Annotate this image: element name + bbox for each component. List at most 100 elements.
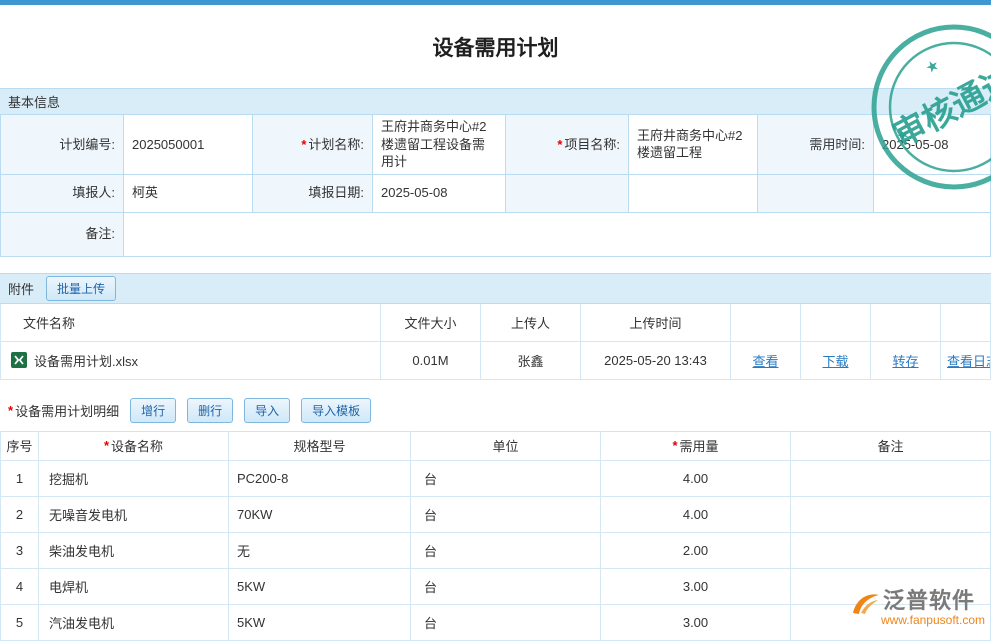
attachments-header-row: 文件名称 文件大小 上传人 上传时间 bbox=[1, 304, 991, 342]
table-row: 3 柴油发电机 无 台 2.00 bbox=[1, 533, 991, 569]
attachment-file-size: 0.01M bbox=[381, 342, 481, 380]
seq-cell: 5 bbox=[1, 605, 39, 641]
fanpu-logo-icon bbox=[851, 591, 881, 615]
col-header-remark: 备注 bbox=[791, 431, 991, 461]
basic-info-row-1: 计划编号: 2025050001 *计划名称: 王府井商务中心#2楼遗留工程设备… bbox=[1, 115, 991, 175]
required-mark: * bbox=[104, 438, 109, 453]
attachment-uploader: 张鑫 bbox=[481, 342, 581, 380]
seq-cell: 3 bbox=[1, 533, 39, 569]
basic-info-row-2: 填报人: 柯英 填报日期: 2025-05-08 bbox=[1, 175, 991, 213]
unit-cell[interactable]: 台 bbox=[411, 461, 601, 497]
filler-value: 柯英 bbox=[124, 175, 253, 213]
download-link[interactable]: 下载 bbox=[822, 351, 848, 370]
watermark-url: www.fanpusoft.com bbox=[881, 613, 985, 627]
filler-label: 填报人: bbox=[1, 175, 124, 213]
title-row: 设备需用计划 bbox=[0, 5, 991, 88]
basic-info-section-header: 基本信息 bbox=[0, 88, 991, 115]
col-header-upload-time: 上传时间 bbox=[581, 304, 731, 342]
need-time-value: 2025-05-08 bbox=[874, 115, 991, 175]
required-mark: * bbox=[301, 136, 306, 154]
fill-date-value: 2025-05-08 bbox=[373, 175, 506, 213]
table-row: 1 挖掘机 PC200-8 台 4.00 bbox=[1, 461, 991, 497]
required-qty-cell[interactable]: 3.00 bbox=[601, 569, 791, 605]
detail-header-row: 序号 *设备名称 规格型号 单位 *需用量 备注 bbox=[1, 431, 991, 461]
unit-cell[interactable]: 台 bbox=[411, 533, 601, 569]
fill-date-label: 填报日期: bbox=[253, 175, 373, 213]
batch-upload-button[interactable]: 批量上传 bbox=[46, 276, 116, 301]
col-header-equipment-name: *设备名称 bbox=[39, 431, 229, 461]
spec-model-cell[interactable]: 5KW bbox=[229, 605, 411, 641]
plan-no-value: 2025050001 bbox=[124, 115, 253, 175]
col-header-file-name: 文件名称 bbox=[1, 304, 381, 342]
empty-label-cell bbox=[758, 175, 874, 213]
attachment-row: 设备需用计划.xlsx 0.01M 张鑫 2025-05-20 13:43 查看… bbox=[1, 342, 991, 380]
required-mark: * bbox=[8, 403, 13, 418]
col-header-required-qty: *需用量 bbox=[601, 431, 791, 461]
remark-cell[interactable] bbox=[791, 497, 991, 533]
page-title: 设备需用计划 bbox=[433, 32, 559, 62]
unit-cell[interactable]: 台 bbox=[411, 569, 601, 605]
need-time-label: 需用时间: bbox=[758, 115, 874, 175]
equipment-name-cell[interactable]: 电焊机 bbox=[39, 569, 229, 605]
required-mark: * bbox=[672, 438, 677, 453]
empty-value-cell bbox=[874, 175, 991, 213]
spec-model-cell[interactable]: 70KW bbox=[229, 497, 411, 533]
seq-cell: 1 bbox=[1, 461, 39, 497]
col-header-empty bbox=[941, 304, 991, 342]
transfer-save-link[interactable]: 转存 bbox=[892, 351, 918, 370]
add-row-button[interactable]: 增行 bbox=[130, 398, 176, 423]
project-name-label: *项目名称: bbox=[506, 115, 629, 175]
view-log-link[interactable]: 查看日志 bbox=[947, 351, 991, 370]
detail-section-title: * 设备需用计划明细 bbox=[8, 401, 119, 420]
watermark-brand: 泛普软件 bbox=[883, 583, 975, 615]
col-header-uploader: 上传人 bbox=[481, 304, 581, 342]
unit-cell[interactable]: 台 bbox=[411, 605, 601, 641]
unit-cell[interactable]: 台 bbox=[411, 497, 601, 533]
import-button[interactable]: 导入 bbox=[244, 398, 290, 423]
basic-info-title: 基本信息 bbox=[8, 92, 60, 111]
spec-model-cell[interactable]: 无 bbox=[229, 533, 411, 569]
detail-section-header: * 设备需用计划明细 增行 删行 导入 导入模板 bbox=[0, 395, 991, 427]
table-row: 2 无噪音发电机 70KW 台 4.00 bbox=[1, 497, 991, 533]
remark-label: 备注: bbox=[1, 213, 124, 257]
equipment-name-cell[interactable]: 无噪音发电机 bbox=[39, 497, 229, 533]
required-mark: * bbox=[557, 136, 562, 154]
attachment-file-name: 设备需用计划.xlsx bbox=[34, 351, 138, 370]
spec-model-cell[interactable]: 5KW bbox=[229, 569, 411, 605]
plan-name-label: *计划名称: bbox=[253, 115, 373, 175]
attachments-section-header: 附件 批量上传 bbox=[0, 273, 991, 304]
detail-table: 序号 *设备名称 规格型号 单位 *需用量 备注 1 挖掘机 PC200-8 台… bbox=[0, 431, 991, 641]
required-qty-cell[interactable]: 3.00 bbox=[601, 605, 791, 641]
remark-cell[interactable] bbox=[791, 533, 991, 569]
view-link[interactable]: 查看 bbox=[752, 351, 778, 370]
col-header-seq: 序号 bbox=[1, 431, 39, 461]
attachments-title: 附件 bbox=[8, 279, 34, 298]
col-header-unit: 单位 bbox=[411, 431, 601, 461]
import-template-button[interactable]: 导入模板 bbox=[301, 398, 371, 423]
empty-label-cell bbox=[506, 175, 629, 213]
equipment-name-cell[interactable]: 柴油发电机 bbox=[39, 533, 229, 569]
empty-value-cell bbox=[629, 175, 758, 213]
delete-row-button[interactable]: 删行 bbox=[187, 398, 233, 423]
equipment-name-cell[interactable]: 汽油发电机 bbox=[39, 605, 229, 641]
seq-cell: 4 bbox=[1, 569, 39, 605]
spec-model-cell[interactable]: PC200-8 bbox=[229, 461, 411, 497]
plan-no-label: 计划编号: bbox=[1, 115, 124, 175]
required-qty-cell[interactable]: 4.00 bbox=[601, 461, 791, 497]
table-row: 5 汽油发电机 5KW 台 3.00 bbox=[1, 605, 991, 641]
attachments-table: 文件名称 文件大小 上传人 上传时间 设备需用计划.xlsx 0.01M 张鑫 … bbox=[0, 304, 991, 380]
remark-cell[interactable] bbox=[791, 461, 991, 497]
required-qty-cell[interactable]: 2.00 bbox=[601, 533, 791, 569]
table-row: 4 电焊机 5KW 台 3.00 bbox=[1, 569, 991, 605]
attachment-file-name-cell: 设备需用计划.xlsx bbox=[1, 342, 381, 380]
seq-cell: 2 bbox=[1, 497, 39, 533]
fanpu-watermark: 泛普软件 www.fanpusoft.com bbox=[851, 583, 985, 627]
plan-name-value: 王府井商务中心#2楼遗留工程设备需用计 bbox=[373, 115, 506, 175]
col-header-empty bbox=[871, 304, 941, 342]
equipment-name-cell[interactable]: 挖掘机 bbox=[39, 461, 229, 497]
col-header-empty bbox=[731, 304, 801, 342]
excel-file-icon bbox=[11, 352, 27, 368]
basic-info-row-3: 备注: bbox=[1, 213, 991, 257]
required-qty-cell[interactable]: 4.00 bbox=[601, 497, 791, 533]
basic-info-table: 计划编号: 2025050001 *计划名称: 王府井商务中心#2楼遗留工程设备… bbox=[0, 115, 991, 257]
